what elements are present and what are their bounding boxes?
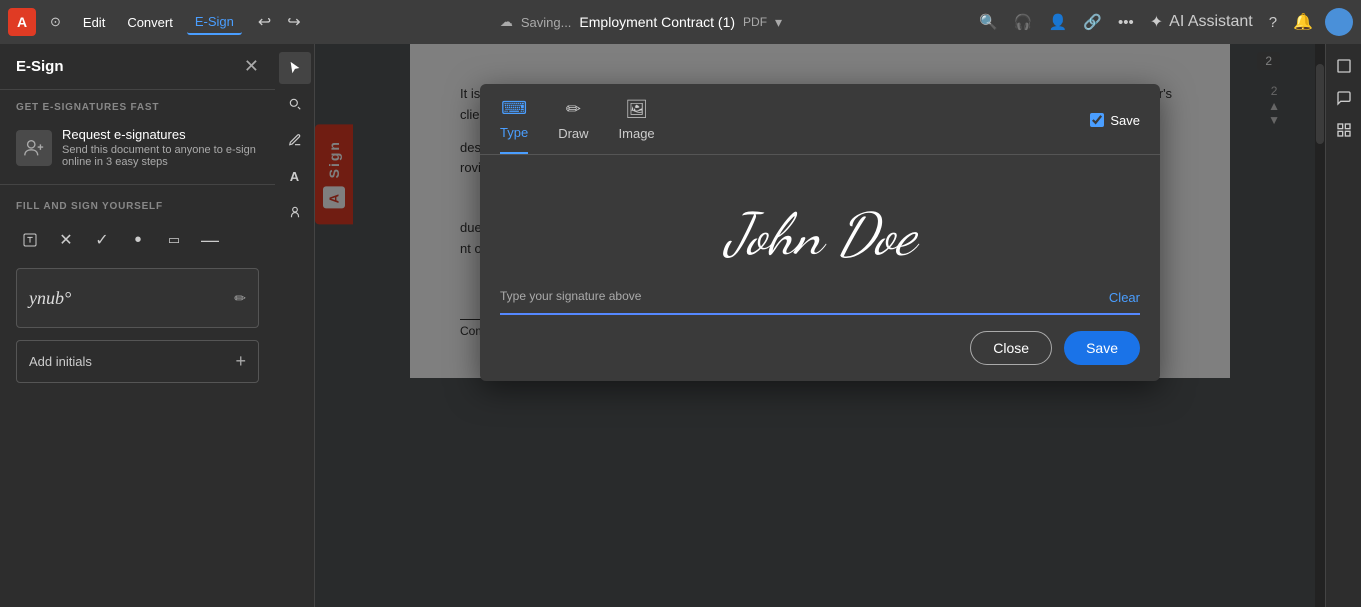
clear-btn[interactable]: Clear <box>1109 290 1140 305</box>
save-checkbox[interactable] <box>1090 113 1104 127</box>
stamp-tool[interactable] <box>279 196 311 228</box>
ai-icon: ✦ <box>1150 12 1163 32</box>
cursor-tool[interactable] <box>279 52 311 84</box>
image-label: Image <box>619 126 655 141</box>
request-icon <box>16 130 52 166</box>
saving-status: Saving... <box>521 15 572 30</box>
close-panel-btn[interactable]: ✕ <box>244 56 259 77</box>
esign-title: E-Sign <box>16 58 64 75</box>
tab-type[interactable]: ⌨ Type <box>500 98 528 154</box>
more-btn[interactable]: ••• <box>1114 10 1138 35</box>
user-avatar[interactable] <box>1325 8 1353 36</box>
request-text-block: Request e-signatures Send this document … <box>62 127 259 168</box>
recent-btn[interactable]: ⊙ <box>42 10 69 34</box>
get-esig-label: GET E-SIGNATURES FAST <box>0 90 275 119</box>
main-area: E-Sign ✕ GET E-SIGNATURES FAST Request e… <box>0 44 1361 607</box>
request-esign-row[interactable]: Request e-signatures Send this document … <box>0 119 275 176</box>
edit-signature-icon[interactable]: ✏ <box>234 290 246 307</box>
text-tool[interactable] <box>16 226 44 254</box>
notifications-btn[interactable]: 🔔 <box>1289 8 1317 36</box>
save-checkbox-area: Save <box>1090 113 1140 140</box>
signature-text: John Doe <box>725 201 916 270</box>
zoom-tool[interactable] <box>279 88 311 120</box>
tab-image[interactable]: 🖼 Image <box>619 99 655 153</box>
save-checkbox-label[interactable]: Save <box>1110 113 1140 128</box>
account-btn[interactable]: 👤 <box>1045 9 1072 35</box>
save-modal-btn[interactable]: Save <box>1064 331 1140 365</box>
modal-overlay: ⌨ Type ✏ Draw 🖼 Image Save <box>315 44 1325 607</box>
filename: Employment Contract (1) <box>579 14 735 30</box>
ai-assistant-btn[interactable]: ✦ AI Assistant <box>1146 8 1257 36</box>
cloud-icon: ☁ <box>500 14 513 30</box>
search-btn[interactable]: 🔍 <box>975 9 1002 35</box>
right-icon-grid[interactable] <box>1330 116 1358 144</box>
toolbar-right: 🔍 🎧 👤 🔗 ••• ✦ AI Assistant ? 🔔 <box>975 8 1353 36</box>
request-title: Request e-signatures <box>62 127 259 142</box>
toolbar: A ⊙ Edit Convert E-Sign ↩ ↪ ☁ Saving... … <box>0 0 1361 44</box>
modal-actions: Close Save <box>480 315 1160 381</box>
divider <box>0 184 275 185</box>
tab-draw[interactable]: ✏ Draw <box>558 99 588 153</box>
text-tool-side[interactable]: A <box>279 160 311 192</box>
signature-baseline <box>500 313 1140 315</box>
side-icon-bar: A <box>275 44 315 607</box>
right-icon-1[interactable] <box>1330 52 1358 80</box>
left-panel: E-Sign ✕ GET E-SIGNATURES FAST Request e… <box>0 44 275 607</box>
right-icon-comment[interactable] <box>1330 84 1358 112</box>
esign-menu[interactable]: E-Sign <box>187 10 242 35</box>
line-tool[interactable]: — <box>196 226 224 254</box>
rect-tool[interactable]: ▭ <box>160 226 188 254</box>
redo-btn[interactable]: ↪ <box>281 8 306 36</box>
type-icon: ⌨ <box>501 98 527 119</box>
convert-menu[interactable]: Convert <box>119 11 181 34</box>
image-icon: 🖼 <box>625 99 648 120</box>
cross-tool[interactable]: ✕ <box>52 226 80 254</box>
toolbar-center: ☁ Saving... Employment Contract (1) PDF … <box>313 14 970 31</box>
signature-preview: ynub° <box>29 288 71 309</box>
link-btn[interactable]: 🔗 <box>1079 9 1106 35</box>
check-tool[interactable]: ✓ <box>88 226 116 254</box>
undo-btn[interactable]: ↩ <box>252 8 277 36</box>
help-btn[interactable]: ? <box>1265 10 1281 35</box>
add-initials-row[interactable]: Add initials + <box>16 340 259 383</box>
fill-sign-label: FILL AND SIGN YOURSELF <box>0 193 275 220</box>
helper-text: Type your signature above <box>500 289 641 303</box>
draw-label: Draw <box>558 126 588 141</box>
dot-tool[interactable]: • <box>124 226 152 254</box>
draw-icon: ✏ <box>566 99 581 120</box>
filetype-badge: PDF <box>743 15 767 29</box>
right-panel <box>1325 44 1361 607</box>
add-initials-label: Add initials <box>29 354 92 369</box>
pen-tool[interactable] <box>279 124 311 156</box>
request-subtitle: Send this document to anyone to e-sign o… <box>62 144 259 168</box>
esign-header: E-Sign ✕ <box>0 44 275 90</box>
signature-modal: ⌨ Type ✏ Draw 🖼 Image Save <box>480 84 1160 381</box>
signature-box[interactable]: ynub° ✏ <box>16 268 259 328</box>
type-label: Type <box>500 125 528 140</box>
close-modal-btn[interactable]: Close <box>970 331 1052 365</box>
edit-menu[interactable]: Edit <box>75 11 113 34</box>
signature-area[interactable]: John Doe Type your signature above Clear <box>480 155 1160 315</box>
doc-area: It is further acknowledged that upon ter… <box>315 44 1325 607</box>
add-initials-icon[interactable]: + <box>235 351 246 372</box>
dropdown-chevron[interactable]: ▾ <box>775 14 782 31</box>
headphones-btn[interactable]: 🎧 <box>1010 9 1037 35</box>
app-logo: A <box>8 8 36 36</box>
fill-tools-row: ✕ ✓ • ▭ — <box>0 220 275 260</box>
modal-tabs: ⌨ Type ✏ Draw 🖼 Image Save <box>480 84 1160 154</box>
